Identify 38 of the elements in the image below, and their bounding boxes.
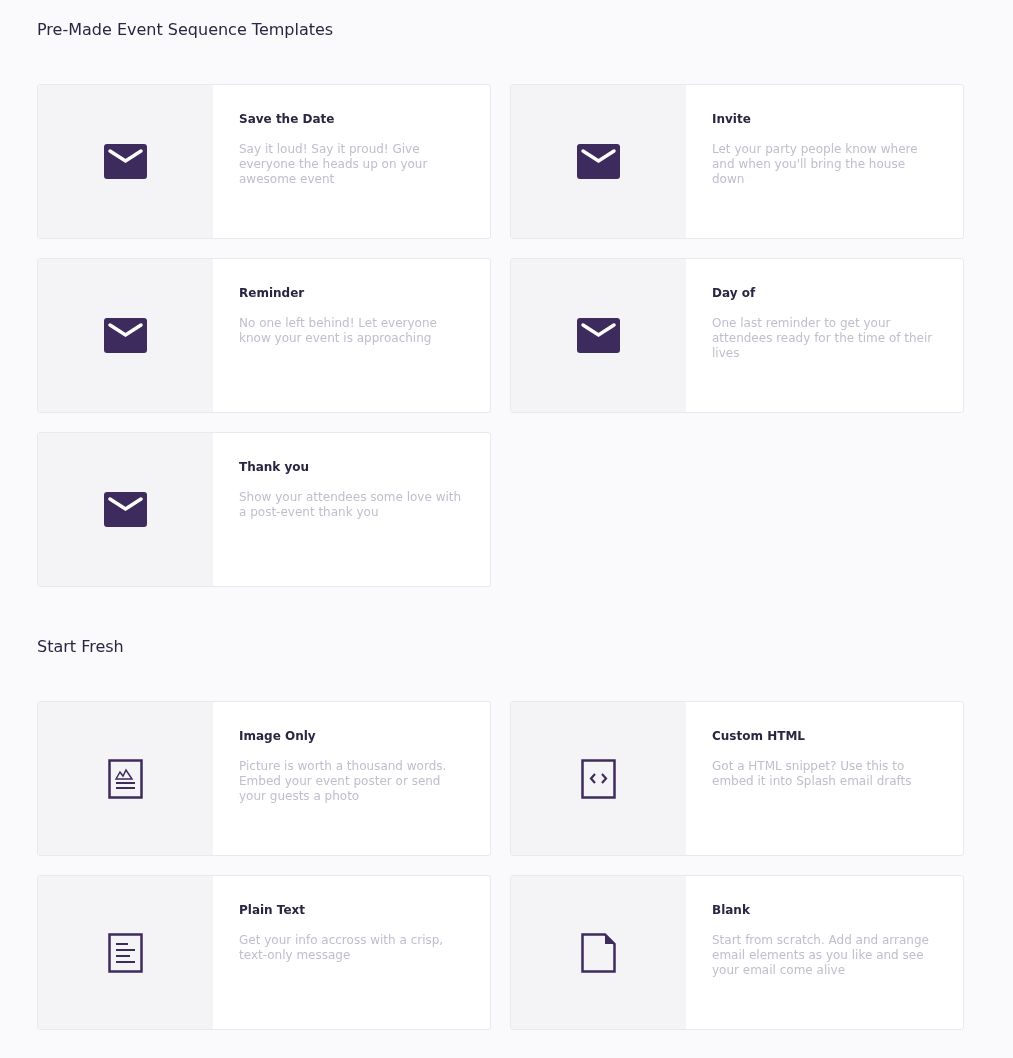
section-heading: Start Fresh: [37, 636, 125, 658]
envelope-icon: [577, 318, 620, 353]
card-description: Picture is worth a thousand words. Embed your event poster or send your guests a photo: [239, 759, 448, 804]
blank-document-icon: [581, 932, 616, 973]
card-title: Blank: [712, 902, 751, 919]
envelope-icon: [104, 144, 147, 179]
card-description: No one left behind! Let everyone know your event is approaching: [239, 316, 438, 346]
template-card[interactable]: Save the Date Say it loud! Say it proud! Give everyone the heads up on your awesome event: [37, 84, 491, 239]
template-card[interactable]: Image Only Picture is worth a thousand words. Embed your event poster or send your guests a photo: [37, 701, 491, 856]
text-document-icon: [108, 932, 143, 973]
template-card[interactable]: Reminder No one left behind! Let everyone know your event is approaching: [37, 258, 491, 413]
card-description: Let your party people know where and when you'll bring the house down: [712, 142, 919, 187]
card-description: Get your info accross with a crisp, text-only message: [239, 933, 445, 963]
template-card[interactable]: Custom HTML Got a HTML snippet? Use this to embed it into Splash email drafts: [510, 701, 964, 856]
card-title: Invite: [712, 111, 752, 128]
card-title: Save the Date: [239, 111, 336, 128]
card-description: Say it loud! Say it proud! Give everyone the heads up on your awesome event: [239, 142, 429, 187]
template-card[interactable]: Invite Let your party people know where and when you'll bring the house down: [510, 84, 964, 239]
card-title: Reminder: [239, 285, 306, 302]
template-card[interactable]: Blank Start from scratch. Add and arrange email elements as you like and see your email come alive: [510, 875, 964, 1030]
card-title: Plain Text: [239, 902, 307, 919]
card-description: Show your attendees some love with a post-event thank you: [239, 490, 463, 520]
envelope-icon: [577, 144, 620, 179]
section-heading: Pre-Made Event Sequence Templates: [37, 19, 335, 41]
template-card[interactable]: Thank you Show your attendees some love with a post-event thank you: [37, 432, 491, 587]
template-card[interactable]: Plain Text Get your info accross with a crisp, text-only message: [37, 875, 491, 1030]
card-title: Thank you: [239, 459, 311, 476]
image-document-icon: [108, 758, 143, 799]
envelope-icon: [104, 492, 147, 527]
card-title: Image Only: [239, 728, 317, 745]
card-description: One last reminder to get your attendees ready for the time of their lives: [712, 316, 934, 361]
card-title: Day of: [712, 285, 757, 302]
code-document-icon: [581, 758, 616, 799]
card-description: Start from scratch. Add and arrange email elements as you like and see your email come alive: [712, 933, 930, 978]
envelope-icon: [104, 318, 147, 353]
card-title: Custom HTML: [712, 728, 806, 745]
card-description: Got a HTML snippet? Use this to embed it into Splash email drafts: [712, 759, 913, 789]
template-card[interactable]: Day of One last reminder to get your attendees ready for the time of their lives: [510, 258, 964, 413]
